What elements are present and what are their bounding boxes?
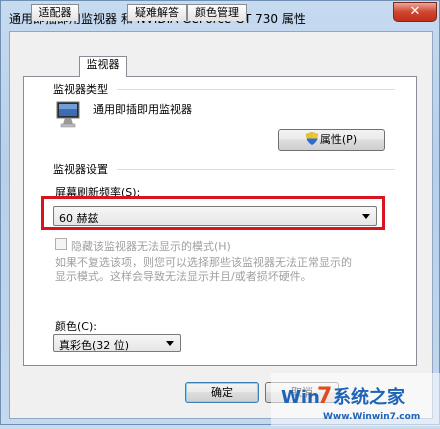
color-depth-value: 真彩色(32 位): [59, 339, 130, 352]
svg-text:Www.Winwin7.com: Www.Winwin7.com: [323, 412, 420, 422]
close-button[interactable]: ✕: [393, 2, 437, 22]
hide-modes-checkbox[interactable]: [55, 238, 67, 250]
svg-text:Win: Win: [281, 387, 320, 408]
monitor-properties-button[interactable]: 属性(P): [278, 129, 385, 151]
group-divider: [117, 89, 395, 90]
highlight-annotation-box: [41, 196, 385, 230]
watermark-logo: Win 7 系统之家 Www.Winwin7.com: [271, 373, 440, 426]
tab-troubleshoot[interactable]: 疑难解答: [127, 4, 187, 21]
color-depth-label: 颜色(C):: [55, 320, 97, 333]
svg-text:系统之家: 系统之家: [333, 386, 406, 408]
properties-dialog: 通用即插即用监视器 和 NVIDIA GeForce GT 730 属性 ✕ 适…: [0, 0, 440, 426]
ok-button[interactable]: 确定: [185, 382, 259, 403]
hide-modes-label: 隐藏该监视器无法显示的模式(H): [71, 240, 231, 253]
chevron-down-icon: [166, 341, 174, 346]
site-watermark: Win 7 系统之家 Www.Winwin7.com: [271, 373, 440, 426]
monitor-icon: [56, 101, 80, 128]
tab-adapter[interactable]: 适配器: [31, 4, 79, 21]
monitor-type-group-title: 监视器类型: [53, 83, 108, 96]
monitor-properties-label: 属性(P): [319, 133, 358, 146]
warning-text-line-2: 显示模式。这样会导致无法显示并且/或者损坏硬件。: [55, 270, 312, 283]
tab-monitor[interactable]: 监视器: [79, 56, 127, 77]
monitor-name: 通用即插即用监视器: [93, 103, 192, 116]
svg-text:7: 7: [317, 384, 332, 409]
monitor-settings-group-title: 监视器设置: [53, 163, 108, 176]
color-depth-dropdown[interactable]: 真彩色(32 位): [53, 334, 181, 352]
group-divider: [117, 169, 395, 170]
tab-color-management[interactable]: 颜色管理: [187, 4, 247, 21]
shield-icon: [305, 132, 318, 145]
